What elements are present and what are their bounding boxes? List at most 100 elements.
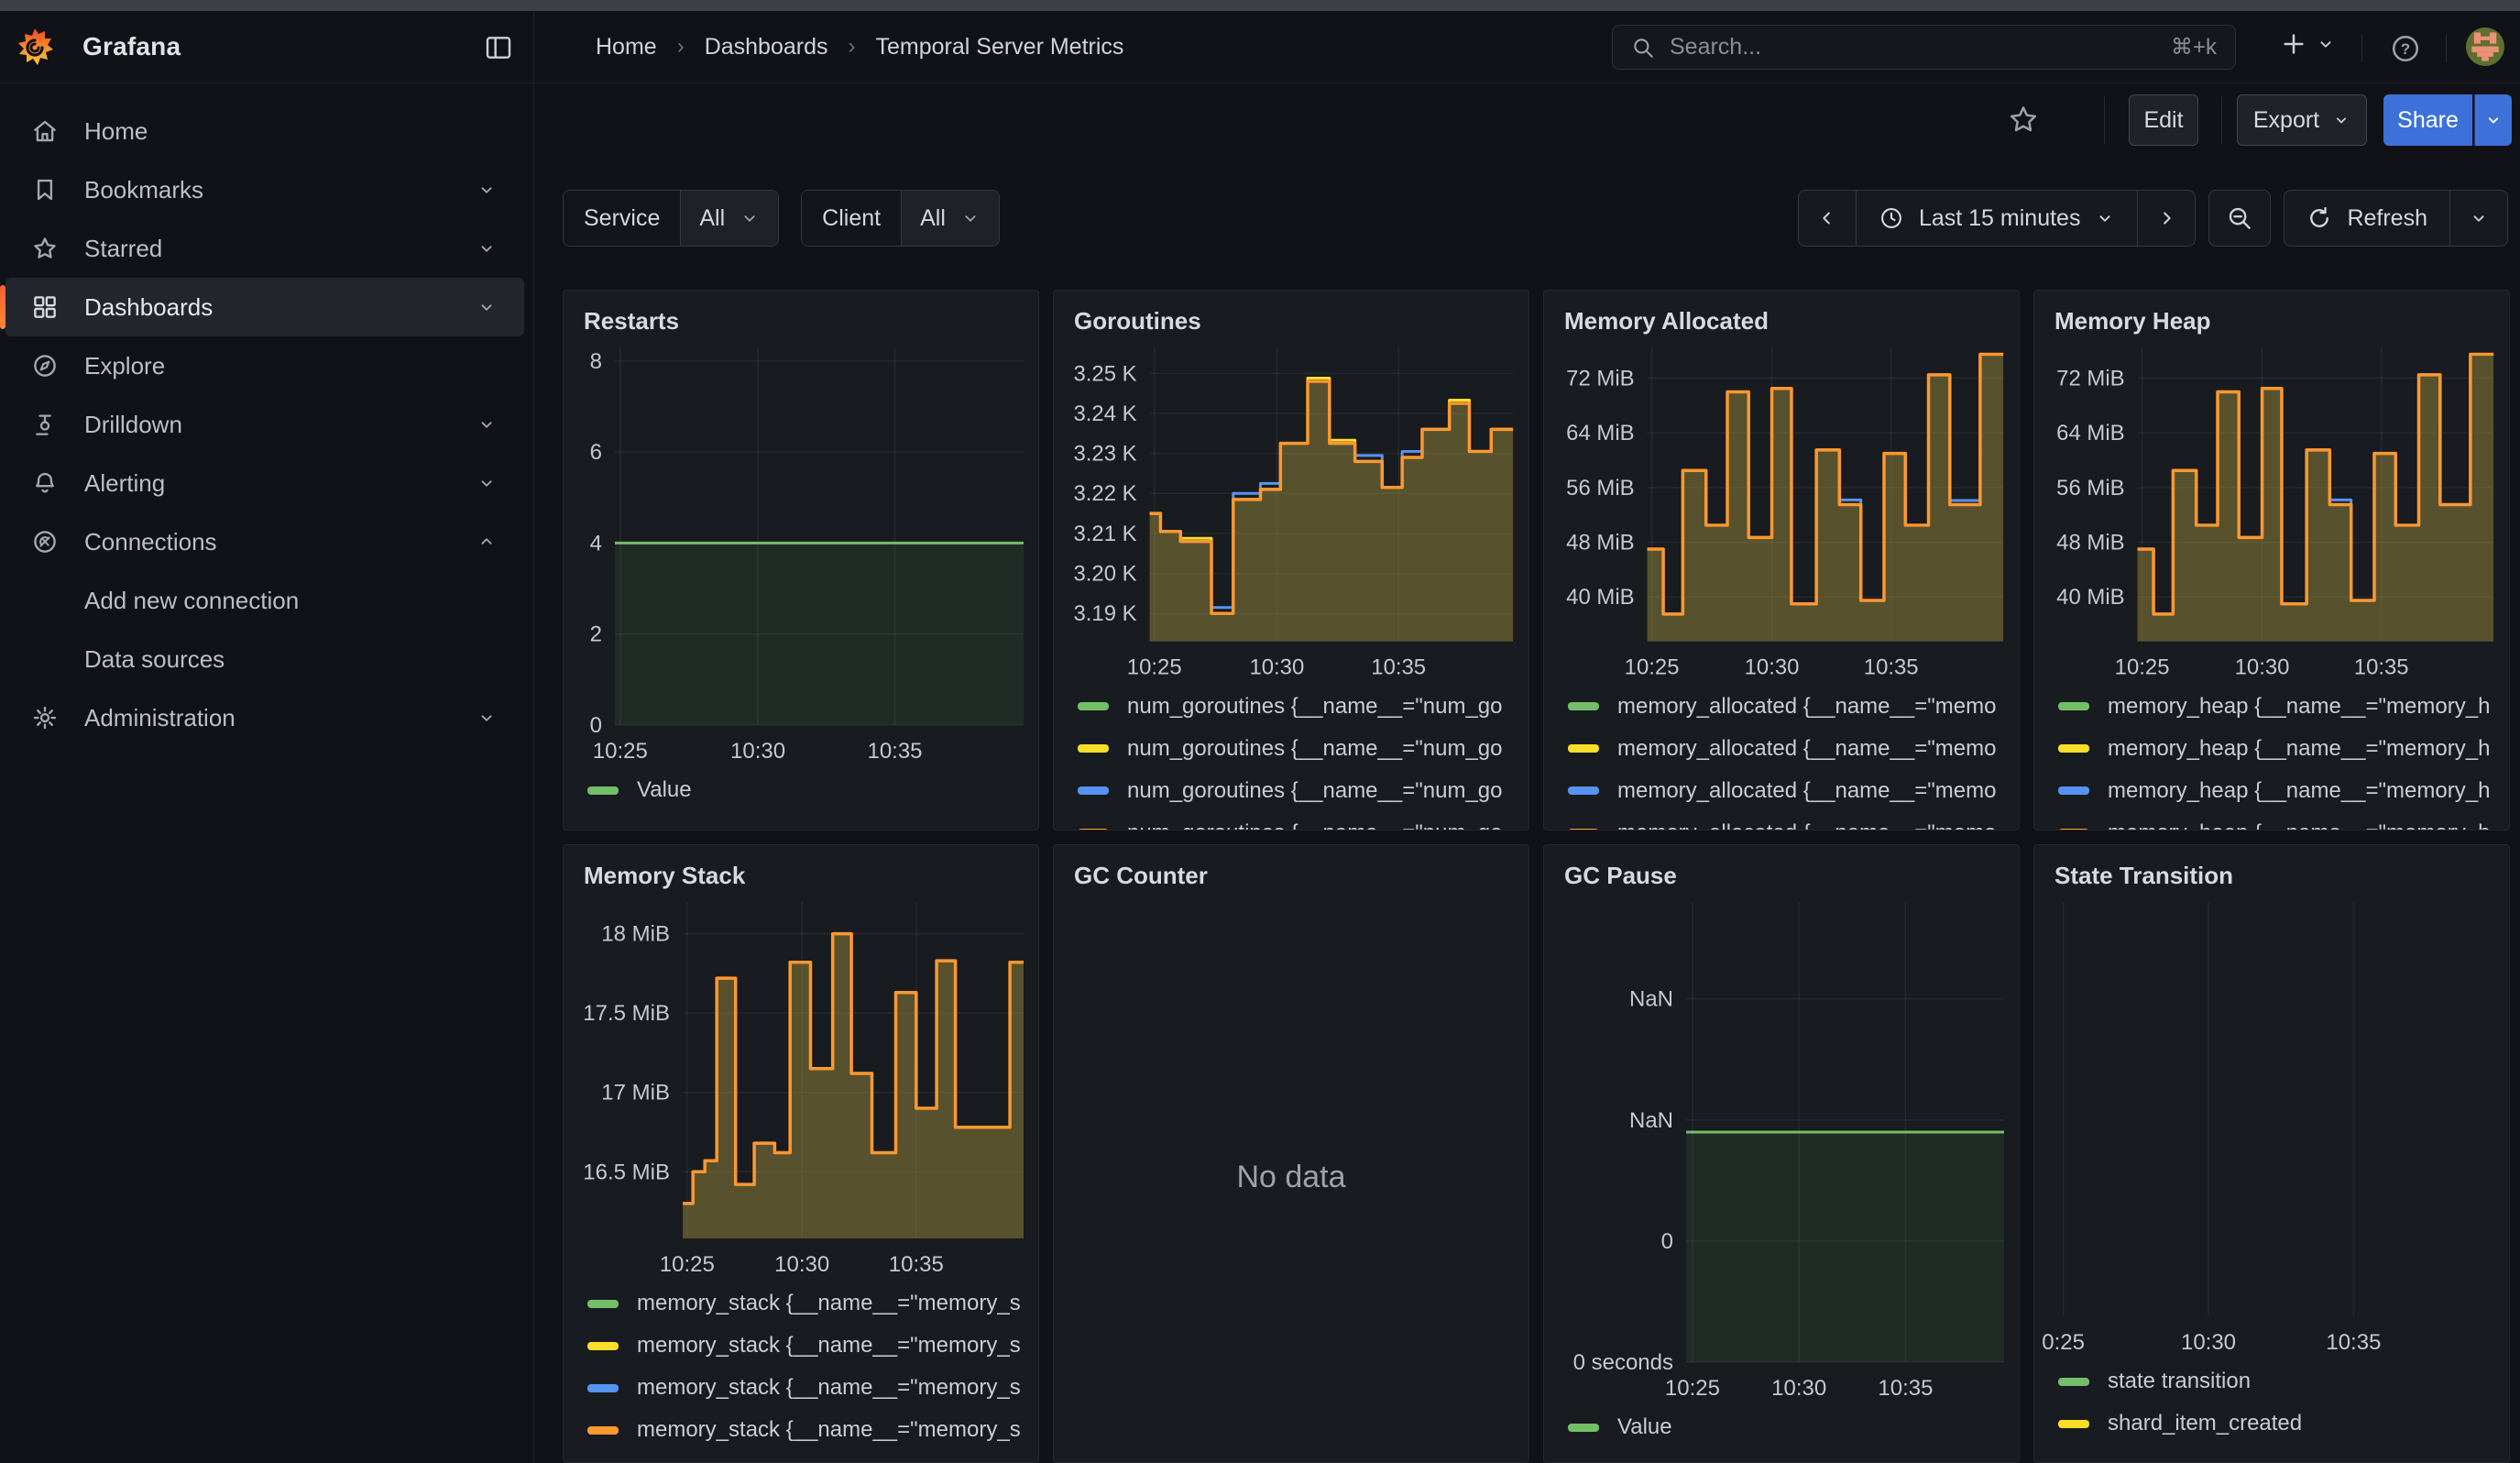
legend-item[interactable]: memory_allocated {__name__="memo [1548, 686, 2019, 728]
nav-brand-section: Grafana [0, 11, 534, 82]
svg-text:10:35: 10:35 [1864, 655, 1919, 680]
refresh-button[interactable]: Refresh [2284, 191, 2450, 246]
legend-item[interactable]: memory_allocated {__name__="memo [1548, 770, 2019, 812]
sidebar-item-label: Administration [84, 704, 236, 732]
svg-text:?: ? [2401, 40, 2410, 58]
help-icon: ? [2390, 33, 2421, 64]
chart-memory-heap[interactable]: 72 MiB64 MiB56 MiB48 MiB40 MiB10:2510:30… [2034, 338, 2507, 686]
export-button[interactable]: Export [2237, 94, 2367, 146]
chart-goroutines[interactable]: 3.25 K3.24 K3.23 K3.22 K3.21 K3.20 K3.19… [1054, 338, 1527, 686]
panel-gc-counter: GC CounterNo data [1053, 844, 1529, 1463]
panel-title[interactable]: State Transition [2034, 845, 2509, 893]
chevron-down-icon [2095, 208, 2115, 228]
sidebar-item-add-new-connection[interactable]: Add new connection [5, 571, 524, 630]
legend-series-color [2058, 786, 2089, 795]
legend-item[interactable]: memory_stack {__name__="memory_s [567, 1282, 1038, 1325]
legend-item[interactable]: num_goroutines {__name__="num_go [1057, 812, 1528, 830]
panel-title[interactable]: GC Counter [1054, 845, 1528, 893]
breadcrumb-home[interactable]: Home [596, 34, 657, 60]
edit-button[interactable]: Edit [2129, 94, 2198, 146]
legend-series-label: Value [1617, 1414, 1672, 1440]
svg-text:0: 0 [1661, 1229, 1673, 1254]
legend-item[interactable]: memory_stack {__name__="memory_s [567, 1409, 1038, 1451]
plus-icon [2279, 29, 2308, 59]
search-input[interactable] [1670, 34, 2171, 60]
legend-item[interactable]: num_goroutines {__name__="num_go [1057, 686, 1528, 728]
panel-memory-allocated: Memory Allocated72 MiB64 MiB56 MiB48 MiB… [1543, 290, 2020, 830]
sidebar-item-explore[interactable]: Explore [5, 336, 524, 395]
sidebar-item-drilldown[interactable]: Drilldown [5, 395, 524, 454]
legend-series-label: memory_allocated {__name__="memo [1617, 736, 1996, 762]
breadcrumb-dashboards[interactable]: Dashboards [705, 34, 828, 60]
legend-item[interactable]: memory_heap {__name__="memory_h [2038, 686, 2509, 728]
chart-restarts[interactable]: 8642010:2510:3010:35 [564, 338, 1036, 769]
legend-item[interactable]: shard_item_created [2038, 1402, 2509, 1445]
panel-legend: memory_allocated {__name__="memomemory_a… [1544, 686, 2019, 830]
svg-text:3.25 K: 3.25 K [1073, 361, 1136, 386]
panel-title[interactable]: Memory Heap [2034, 291, 2509, 338]
legend-item[interactable]: num_goroutines {__name__="num_go [1057, 728, 1528, 770]
filter-value-dropdown[interactable]: All [681, 191, 778, 246]
sidebar-item-alerting[interactable]: Alerting [5, 454, 524, 512]
legend-item[interactable]: memory_heap {__name__="memory_h [2038, 812, 2509, 830]
sidebar-item-bookmarks[interactable]: Bookmarks [5, 160, 524, 219]
panel-title[interactable]: Memory Stack [564, 845, 1038, 893]
zoom-out-button[interactable] [2209, 191, 2270, 246]
time-range-picker[interactable]: Last 15 minutes [1856, 191, 2139, 246]
chart-gc-pause[interactable]: NaNNaN00 seconds10:2510:3010:35 [1544, 893, 2017, 1406]
legend-item[interactable]: memory_stack {__name__="memory_s [567, 1325, 1038, 1367]
legend-series-color [1078, 744, 1109, 753]
share-menu-button[interactable] [2474, 94, 2512, 146]
chart-memory-allocated[interactable]: 72 MiB64 MiB56 MiB48 MiB40 MiB10:2510:30… [1544, 338, 2017, 686]
legend-series-label: memory_heap {__name__="memory_h [2108, 820, 2490, 830]
sidebar-item-administration[interactable]: Administration [5, 688, 524, 747]
chevron-down-icon [2332, 111, 2350, 129]
chart-state-transition[interactable]: 0:2510:3010:35 [2034, 893, 2507, 1360]
sidebar-item-starred[interactable]: Starred [5, 219, 524, 278]
sidebar-toggle-icon[interactable] [484, 33, 513, 62]
search-bar[interactable]: ⌘+k [1612, 25, 2236, 70]
filter-value-dropdown[interactable]: All [902, 191, 999, 246]
legend-item[interactable]: memory_heap {__name__="memory_h [2038, 770, 2509, 812]
sidebar-item-dashboards[interactable]: Dashboards [5, 278, 524, 336]
time-back-button[interactable] [1799, 191, 1856, 246]
time-forward-button[interactable] [2138, 191, 2195, 246]
chart-memory-stack[interactable]: 18 MiB17.5 MiB17 MiB16.5 MiB10:2510:3010… [564, 893, 1036, 1282]
legend-item[interactable]: num_goroutines {__name__="num_go [1057, 770, 1528, 812]
legend-series-label: memory_stack {__name__="memory_s [637, 1375, 1021, 1401]
star-icon [2008, 104, 2039, 135]
refresh-interval-button[interactable] [2450, 191, 2507, 246]
legend-item[interactable]: state transition [2038, 1360, 2509, 1402]
panel-legend: state transitionshard_item_created [2034, 1360, 2509, 1445]
nav-divider [2446, 35, 2447, 62]
svg-text:64 MiB: 64 MiB [2056, 421, 2124, 446]
legend-item[interactable]: Value [1548, 1406, 2019, 1448]
legend-item[interactable]: memory_allocated {__name__="memo [1548, 812, 2019, 830]
sidebar-item-connections[interactable]: Connections [5, 512, 524, 571]
angle-left-icon [1817, 208, 1837, 228]
panel-title[interactable]: Restarts [564, 291, 1038, 338]
share-button[interactable]: Share [2383, 94, 2472, 146]
legend-item[interactable]: Value [567, 769, 1038, 811]
bell-icon [31, 469, 59, 497]
svg-text:72 MiB: 72 MiB [2056, 367, 2124, 391]
legend-series-color [1568, 1424, 1599, 1432]
help-button[interactable]: ? [2390, 33, 2421, 64]
legend-item[interactable]: memory_stack {__name__="memory_s [567, 1367, 1038, 1409]
sidebar-item-data-sources[interactable]: Data sources [5, 630, 524, 688]
svg-text:10:25: 10:25 [2115, 655, 2170, 680]
legend-series-color [1568, 744, 1599, 753]
add-new-button[interactable] [2279, 29, 2336, 59]
panel-title[interactable]: Goroutines [1054, 291, 1528, 338]
sidebar-item-label: Connections [84, 528, 217, 556]
panel-state-transition: State Transition0:2510:3010:35state tran… [2033, 844, 2510, 1463]
legend-item[interactable]: memory_heap {__name__="memory_h [2038, 728, 2509, 770]
panel-title[interactable]: Memory Allocated [1544, 291, 2019, 338]
favorite-star-button[interactable] [2008, 104, 2039, 135]
user-avatar[interactable] [2466, 28, 2504, 66]
chevron-down-icon [2484, 111, 2503, 129]
panel-title[interactable]: GC Pause [1544, 845, 2019, 893]
legend-series-color [587, 786, 619, 795]
sidebar-item-home[interactable]: Home [5, 102, 524, 160]
legend-item[interactable]: memory_allocated {__name__="memo [1548, 728, 2019, 770]
